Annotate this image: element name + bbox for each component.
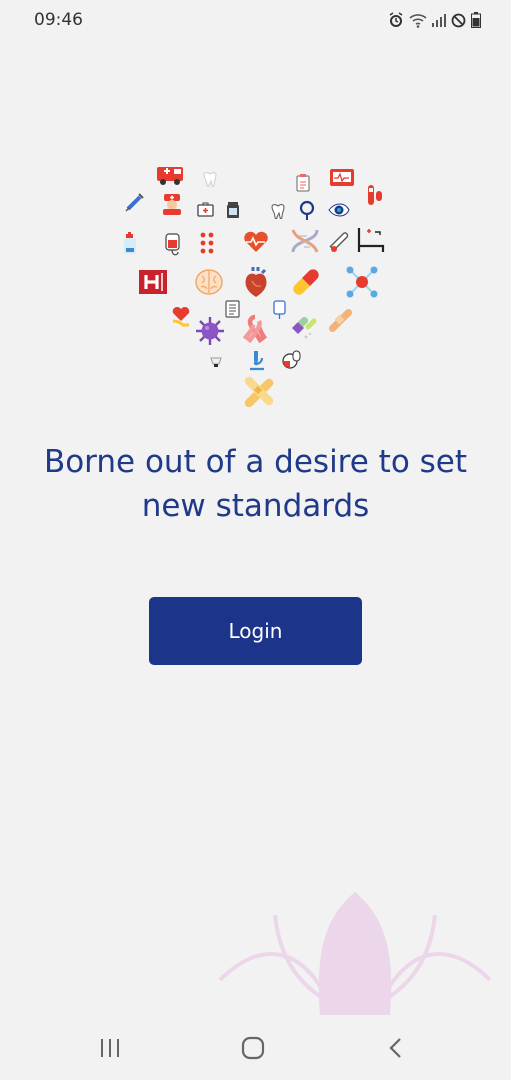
wifi-icon xyxy=(409,13,427,28)
microscope-icon xyxy=(250,351,264,371)
dna-icon xyxy=(291,229,319,253)
headline: Borne out of a desire to set new standar… xyxy=(20,440,491,528)
medicine-bottle-icon xyxy=(227,202,239,218)
status-bar: 09:46 xyxy=(0,0,511,42)
headline-line-2: new standards xyxy=(141,488,370,524)
nurse-icon xyxy=(163,194,181,215)
lotus-logo xyxy=(218,892,492,1015)
iv-drip-icon xyxy=(273,300,286,319)
home-button[interactable] xyxy=(233,1033,273,1063)
login-button[interactable]: Login xyxy=(149,597,362,665)
hospital-icon xyxy=(139,270,167,294)
first-aid-kit-icon xyxy=(197,202,214,217)
ambulance-icon xyxy=(157,167,183,185)
signal-icon xyxy=(432,14,446,27)
status-time: 09:46 xyxy=(34,10,83,30)
medical-icons-heart xyxy=(124,167,385,408)
capsule-icon xyxy=(293,269,319,295)
ribbon-icon xyxy=(242,314,268,344)
bandage-icon xyxy=(328,308,353,333)
heart-rate-icon xyxy=(244,231,268,252)
do-not-disturb-icon xyxy=(451,13,466,27)
back-icon xyxy=(389,1038,401,1058)
recents-button[interactable] xyxy=(90,1033,130,1063)
heart-hand-icon xyxy=(172,306,190,327)
blood-bag-icon xyxy=(165,233,180,256)
capsules-icon xyxy=(292,316,317,339)
pill-icon xyxy=(282,350,301,369)
heart-organ-icon xyxy=(245,267,267,297)
bandage-cross-icon xyxy=(244,376,274,408)
eye-icon xyxy=(328,203,350,217)
pills-icon xyxy=(200,232,214,254)
brain-icon xyxy=(195,269,223,295)
tooth-icon xyxy=(271,204,285,219)
battery-icon xyxy=(471,12,481,28)
virus-icon xyxy=(196,317,224,345)
test-tubes-icon xyxy=(368,185,382,205)
clipboard-icon xyxy=(296,174,310,192)
molecule-icon xyxy=(346,266,378,298)
monitor-icon xyxy=(330,169,354,186)
alarm-icon xyxy=(389,12,403,27)
navigation-bar xyxy=(0,1015,511,1080)
back-button[interactable] xyxy=(376,1033,416,1063)
recents-icon xyxy=(101,1039,119,1057)
tooth-icon xyxy=(203,172,217,187)
headline-line-1: Borne out of a desire to set xyxy=(43,444,468,480)
document-icon xyxy=(225,300,240,318)
pill-bottle-icon xyxy=(124,232,136,254)
home-icon xyxy=(241,1036,265,1060)
stethoscope-icon xyxy=(299,200,315,220)
hospital-bed-icon xyxy=(357,228,385,252)
thermometer-icon xyxy=(329,232,349,252)
syringe-icon xyxy=(125,193,144,212)
status-icons xyxy=(388,12,481,28)
light-icon xyxy=(210,357,222,367)
